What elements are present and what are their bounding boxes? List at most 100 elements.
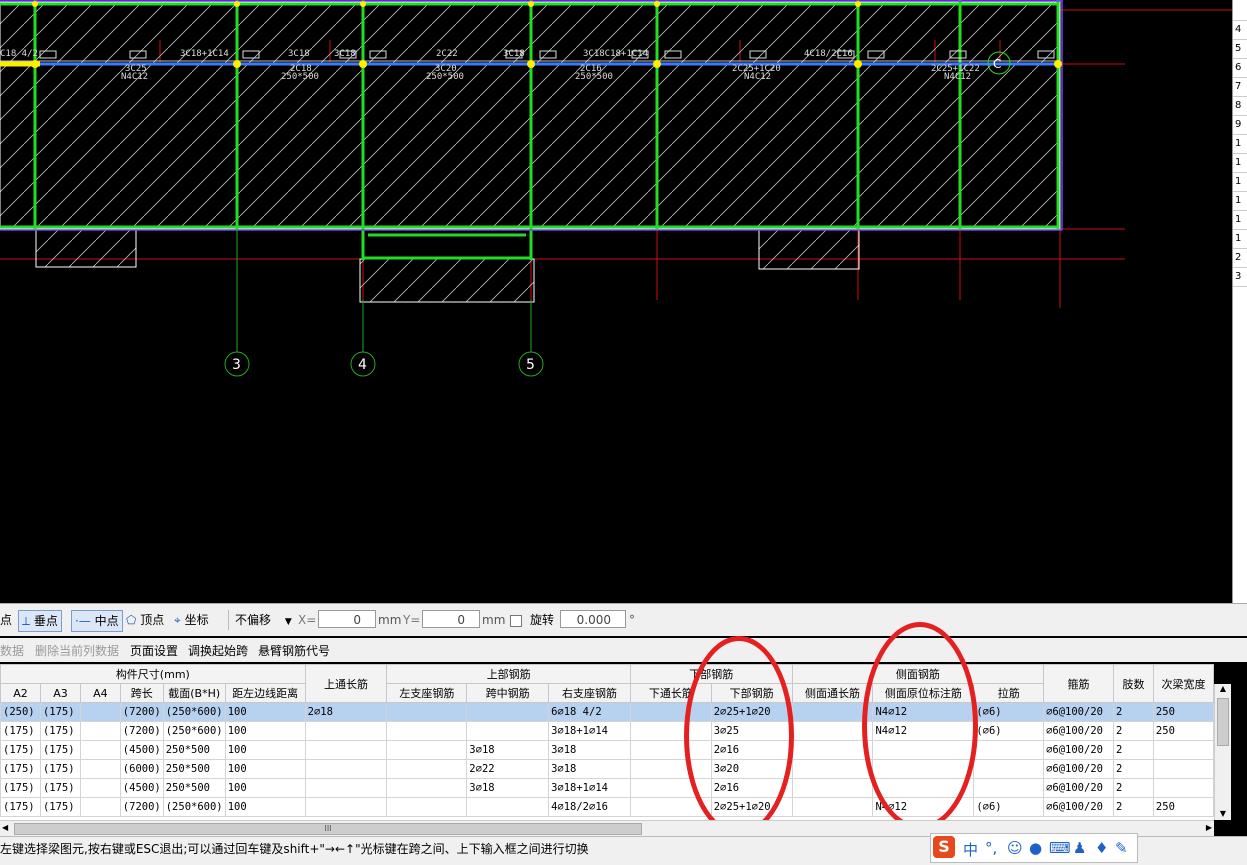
smiley-icon[interactable]: ☺ — [1007, 839, 1023, 857]
ime-punct[interactable]: °, — [985, 839, 997, 857]
table-cell-span[interactable]: (7200) — [119, 797, 164, 817]
table-cell-side-long[interactable] — [791, 721, 874, 741]
property-panel[interactable]: 4 5 6 7 8 9 1 1 1 1 1 1 2 3 — [1232, 0, 1247, 603]
table-cell-mid[interactable]: 3⌀18 — [466, 740, 550, 760]
table-cell-top-long[interactable] — [304, 778, 388, 798]
table-cell-a3[interactable]: (175) — [39, 797, 81, 817]
table-cell-mid[interactable]: 2⌀22 — [466, 759, 550, 779]
table-row[interactable]: (250) (175) (7200) (250*600) 100 2⌀18 6⌀18 4/2… — [0, 702, 1214, 722]
coord-snap-button[interactable]: ⌖ 坐标 — [174, 610, 209, 630]
table-cell-span[interactable]: (4500) — [119, 740, 164, 760]
table-cell-a3[interactable]: (175) — [39, 721, 81, 741]
table-cell-left[interactable] — [386, 797, 468, 817]
col-header[interactable]: 侧面通长筋 — [791, 683, 874, 703]
col-header[interactable]: 跨长 — [119, 683, 164, 703]
table-cell-section[interactable]: 250*500 — [162, 759, 226, 779]
keyboard-icon[interactable]: ⌨ — [1049, 839, 1071, 857]
table-cell-a4[interactable] — [79, 797, 121, 817]
table-row[interactable]: (175) (175) (4500) 250*500 100 3⌀18 3⌀18 2⌀16 ⌀6… — [0, 740, 1214, 760]
table-cell-left[interactable] — [386, 702, 468, 722]
table-cell-mid[interactable] — [466, 797, 550, 817]
table-cell-stirrup[interactable]: ⌀6@100/20 — [1043, 702, 1115, 722]
table-cell-stirrup[interactable]: ⌀6@100/20 — [1043, 797, 1115, 817]
table-cell-dist[interactable]: 100 — [224, 797, 306, 817]
table-row[interactable]: (175) (175) (7200) (250*600) 100 3⌀18+1⌀14 3⌀2… — [0, 721, 1214, 741]
col-header[interactable]: 拉筋 — [973, 683, 1045, 703]
table-cell-right[interactable]: 3⌀18 — [548, 759, 631, 779]
table-cell-stirrup[interactable]: ⌀6@100/20 — [1043, 740, 1115, 760]
scroll-thumb[interactable] — [1217, 698, 1229, 746]
table-cell-top-long[interactable] — [304, 740, 388, 760]
table-cell-tie[interactable]: (⌀6) — [973, 721, 1045, 741]
panel-row[interactable]: 1 — [1233, 154, 1247, 173]
table-cell-tie[interactable] — [973, 778, 1045, 798]
table-cell-sec[interactable]: 250 — [1152, 702, 1214, 722]
table-cell-stirrup[interactable]: ⌀6@100/20 — [1043, 721, 1115, 741]
table-cell-a2[interactable]: (175) — [0, 778, 41, 798]
col-header[interactable]: 截面(B*H) — [162, 683, 226, 703]
scroll-up-icon[interactable]: ▲ — [1215, 684, 1231, 698]
table-cell-span[interactable]: (6000) — [119, 759, 164, 779]
table-cell-right[interactable]: 3⌀18 — [548, 740, 631, 760]
table-cell-a4[interactable] — [79, 721, 121, 741]
table-cell-mid[interactable] — [466, 702, 550, 722]
panel-row[interactable]: 1 — [1233, 173, 1247, 192]
table-cell-sec[interactable]: 250 — [1152, 797, 1214, 817]
table-cell-span[interactable]: (7200) — [119, 702, 164, 722]
panel-row[interactable]: 1 — [1233, 211, 1247, 230]
table-cell-dist[interactable]: 100 — [224, 721, 306, 741]
table-cell-mid[interactable]: 3⌀18 — [466, 778, 550, 798]
panel-row[interactable]: 6 — [1233, 59, 1247, 78]
table-cell-sec[interactable] — [1152, 759, 1214, 779]
table-cell-a3[interactable]: (175) — [39, 740, 81, 760]
panel-row[interactable]: 7 — [1233, 78, 1247, 97]
table-cell-a3[interactable]: (175) — [39, 702, 81, 722]
table-cell-legs[interactable]: 2 — [1113, 797, 1154, 817]
cantilever-rebar-code-button[interactable]: 悬臂钢筋代号 — [258, 642, 330, 659]
col-header[interactable]: 距左边线距离 — [224, 683, 306, 703]
table-cell-a3[interactable]: (175) — [39, 759, 81, 779]
table-cell-dist[interactable]: 100 — [224, 740, 306, 760]
table-cell-a4[interactable] — [79, 702, 121, 722]
table-cell-top-long[interactable] — [304, 721, 388, 741]
table-cell-mid[interactable] — [466, 721, 550, 741]
table-cell-tie[interactable]: (⌀6) — [973, 702, 1045, 722]
axis-bubble-3[interactable]: 3 — [224, 351, 250, 377]
table-cell-right[interactable]: 4⌀18/2⌀16 — [548, 797, 631, 817]
shirt-icon[interactable]: ♦ — [1095, 839, 1108, 857]
table-cell-left[interactable] — [386, 778, 468, 798]
table-cell-span[interactable]: (4500) — [119, 778, 164, 798]
table-row[interactable]: (175) (175) (7200) (250*600) 100 4⌀18/2⌀16 2⌀2… — [0, 797, 1214, 817]
table-cell-section[interactable]: 250*500 — [162, 778, 226, 798]
wrench-icon[interactable]: ✎ — [1115, 839, 1128, 857]
panel-row[interactable]: 5 — [1233, 40, 1247, 59]
table-cell-a2[interactable]: (175) — [0, 797, 41, 817]
table-cell-legs[interactable]: 2 — [1113, 740, 1154, 760]
table-cell-legs[interactable]: 2 — [1113, 721, 1154, 741]
table-cell-span[interactable]: (7200) — [119, 721, 164, 741]
table-cell-left[interactable] — [386, 759, 468, 779]
table-cell-tie[interactable]: (⌀6) — [973, 797, 1045, 817]
scroll-down-icon[interactable]: ▼ — [1215, 809, 1231, 818]
panel-row[interactable]: 2 — [1233, 249, 1247, 268]
vertical-scrollbar[interactable]: ▲ ▼ — [1214, 684, 1231, 820]
table-cell-legs[interactable]: 2 — [1113, 702, 1154, 722]
table-cell-stirrup[interactable]: ⌀6@100/20 — [1043, 778, 1115, 798]
table-cell-side-long[interactable] — [791, 759, 874, 779]
rotate-checkbox[interactable] — [510, 615, 522, 627]
offset-mode-select[interactable]: 不偏移 ▼ — [228, 610, 292, 630]
col-header[interactable]: 右支座钢筋 — [548, 683, 631, 703]
table-cell-a2[interactable]: (175) — [0, 759, 41, 779]
table-cell-section[interactable]: (250*600) — [162, 721, 226, 741]
table-cell-tie[interactable] — [973, 759, 1045, 779]
col-header[interactable]: A4 — [79, 683, 121, 703]
endpoint-snap-label[interactable]: 点 — [0, 610, 12, 630]
table-cell-section[interactable]: 250*500 — [162, 740, 226, 760]
panel-row[interactable]: 8 — [1233, 97, 1247, 116]
vertex-snap-button[interactable]: ⬠ 顶点 — [126, 610, 164, 630]
cad-drawing-canvas[interactable]: C18 4/2 3C18+1C14 3C18 3C18 2C22 3C18 3C… — [0, 0, 1232, 603]
axis-bubble-4[interactable]: 4 — [350, 351, 376, 377]
delete-column-data-button[interactable]: 删除当前列数据 — [35, 642, 119, 659]
midpoint-snap-button[interactable]: ·— 中点 — [71, 610, 123, 632]
table-cell-a2[interactable]: (175) — [0, 740, 41, 760]
